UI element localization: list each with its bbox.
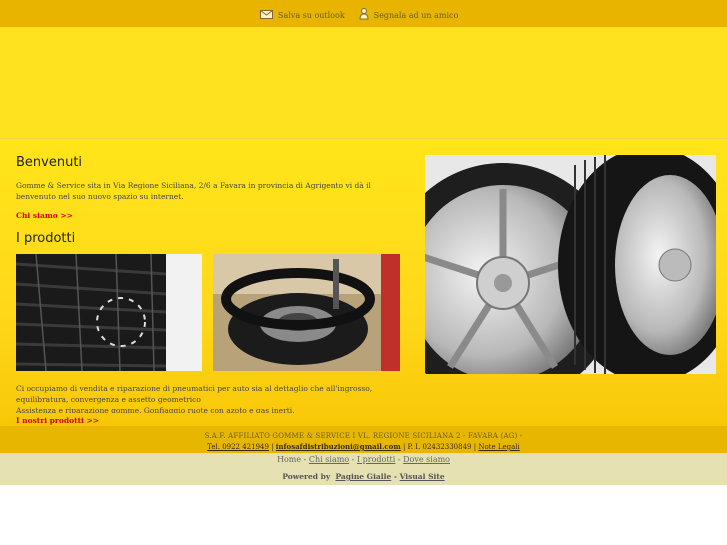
footer-email-link[interactable]: infosafdistribuzioni@gmail.com: [276, 442, 401, 451]
welcome-title: Benvenuti: [16, 155, 83, 170]
footer-legal-link[interactable]: Note Legali: [478, 443, 519, 451]
wheels-photo: [425, 155, 716, 374]
main-content: Benvenuti Gomme & Service sita in Via Re…: [0, 139, 727, 426]
report-friend-link[interactable]: Segnala ad un amico: [359, 8, 459, 22]
save-outlook-link[interactable]: Salva su outlook: [260, 9, 345, 21]
pagine-gialle-link[interactable]: Pagine Gialle: [335, 472, 391, 481]
visual-site-link[interactable]: Visual Site: [400, 472, 445, 481]
products-description-line2: Assistenza e riparazione gomme. Gonfiagg…: [16, 406, 295, 413]
nav-links: Home - Chi siamo - I prodotti - Dove sia…: [0, 455, 727, 464]
header-banner: [0, 27, 727, 139]
our-products-link[interactable]: I nostri prodotti >>: [16, 416, 99, 425]
products-description-line1: Ci occupiamo di vendita e riparazione di…: [16, 384, 373, 404]
nav-separator: -: [395, 455, 404, 464]
nav-separator: -: [301, 455, 309, 464]
save-outlook-label: Salva su outlook: [278, 10, 345, 20]
bottom-nav: Home - Chi siamo - I prodotti - Dove sia…: [0, 453, 727, 485]
about-link[interactable]: Chi siamo >>: [16, 211, 73, 220]
nav-separator: -: [349, 455, 357, 464]
footer-contacts: Tel. 0922 421949 | infosafdistribuzioni@…: [0, 442, 727, 451]
nav-home[interactable]: Home: [277, 455, 301, 464]
products-title: I prodotti: [16, 231, 76, 246]
nav-where[interactable]: Dove siamo: [403, 455, 450, 464]
nav-about[interactable]: Chi siamo: [309, 455, 349, 464]
footer: S.A.F. AFFILIATO GOMME & SERVICE I VL. R…: [0, 426, 727, 453]
powered-separator: -: [391, 472, 400, 481]
footer-separator: |: [268, 443, 276, 451]
person-icon: [359, 8, 369, 22]
footer-vat: | P. I. 02432330849 |: [400, 443, 479, 451]
top-bar: Salva su outlook Segnala ad un amico: [0, 0, 727, 27]
powered-by: Powered by Pagine Gialle - Visual Site: [0, 472, 727, 481]
tire-tread-photo: [16, 254, 202, 371]
powered-by-label: Powered by: [282, 472, 331, 481]
welcome-text: Gomme & Service sita in Via Regione Sici…: [16, 181, 371, 201]
footer-phone-link[interactable]: Tel. 0922 421949: [207, 443, 269, 451]
report-friend-label: Segnala ad un amico: [373, 10, 459, 20]
nav-products[interactable]: I prodotti: [357, 455, 395, 464]
tire-service-photo: [213, 254, 400, 371]
top-bar-actions: Salva su outlook Segnala ad un amico: [260, 8, 458, 22]
mail-icon: [260, 9, 273, 21]
products-description: Ci occupiamo di vendita e riparazione di…: [16, 383, 408, 413]
footer-address: S.A.F. AFFILIATO GOMME & SERVICE I VL. R…: [204, 432, 523, 440]
